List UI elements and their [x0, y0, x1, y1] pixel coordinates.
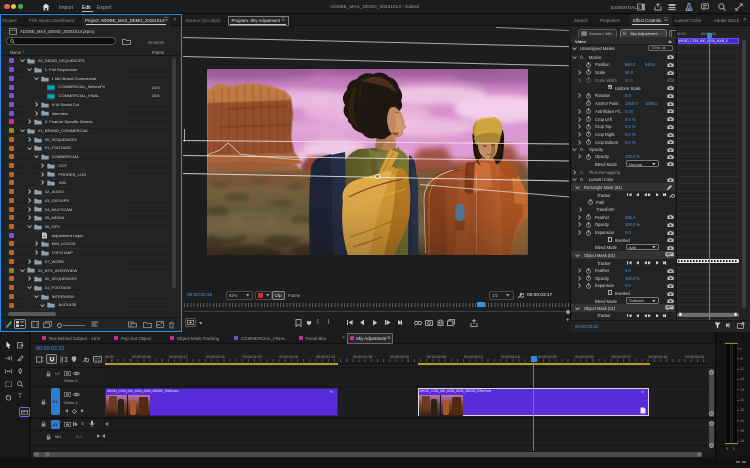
svg-text:CC: CC	[94, 357, 100, 362]
